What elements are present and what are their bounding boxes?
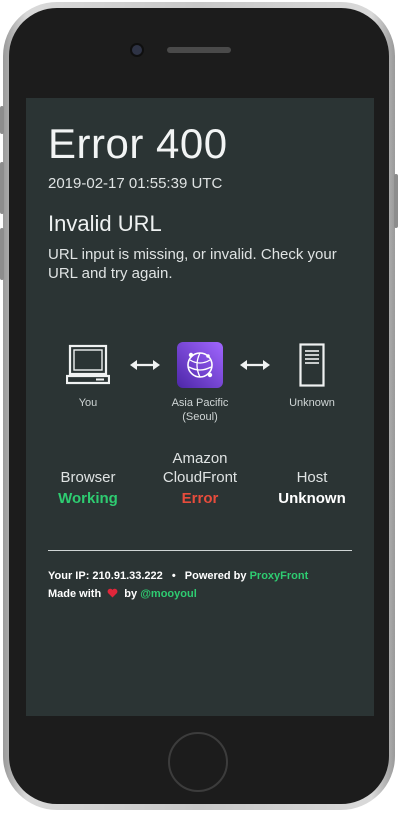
status-host-state: Unknown bbox=[278, 490, 346, 507]
status-cloudfront-state: Error bbox=[181, 490, 219, 507]
mute-switch bbox=[0, 106, 4, 134]
bidirectional-arrow-icon bbox=[240, 360, 270, 370]
status-host-name: Host bbox=[296, 469, 328, 486]
footer-separator: • bbox=[171, 570, 176, 582]
heart-icon bbox=[107, 588, 118, 598]
author-link[interactable]: @mooyoul bbox=[140, 588, 197, 600]
node-host-label: Unknown bbox=[289, 397, 335, 409]
error-page: Error 400 2019-02-17 01:55:39 UTC Invali… bbox=[26, 98, 374, 716]
status-cloudfront: Amazon CloudFront Error bbox=[150, 449, 250, 508]
footer-line-credit: Made with by @mooyoul bbox=[48, 588, 197, 600]
node-edge-label-region: Asia Pacific bbox=[171, 397, 229, 409]
footer-line-ip: Your IP: 210.91.33.222 • Powered by Prox… bbox=[48, 570, 308, 582]
laptop-icon bbox=[66, 344, 110, 385]
error-description: URL input is missing, or invalid. Check … bbox=[48, 246, 337, 282]
cloudfront-icon bbox=[177, 342, 223, 388]
error-reason: Invalid URL bbox=[48, 211, 162, 236]
bidirectional-arrow-icon bbox=[130, 360, 160, 370]
node-you-label: You bbox=[78, 397, 98, 409]
status-browser-name: Browser bbox=[60, 469, 116, 486]
status-host: Host Unknown bbox=[266, 468, 358, 508]
earpiece-speaker bbox=[167, 47, 231, 53]
error-timestamp: 2019-02-17 01:55:39 UTC bbox=[48, 175, 223, 192]
node-you: You bbox=[48, 342, 128, 410]
node-edge-location: Asia Pacific (Seoul) bbox=[158, 342, 242, 424]
powered-by-label: Powered by bbox=[184, 570, 247, 582]
ip-label: Your IP: bbox=[48, 570, 90, 582]
ip-value: 210.91.33.222 bbox=[92, 570, 163, 582]
server-icon bbox=[299, 343, 325, 387]
home-button[interactable] bbox=[168, 732, 228, 792]
proxyfront-link[interactable]: ProxyFront bbox=[250, 570, 309, 582]
status-browser-state: Working bbox=[58, 490, 118, 507]
power-button bbox=[394, 174, 398, 228]
volume-up-button bbox=[0, 162, 4, 214]
front-camera bbox=[130, 43, 144, 57]
node-host: Unknown bbox=[272, 342, 352, 410]
by-label: by bbox=[124, 588, 138, 600]
status-cloudfront-name-line1: Amazon bbox=[172, 450, 228, 467]
status-cloudfront-name-line2: CloudFront bbox=[162, 469, 238, 486]
footer-divider bbox=[48, 550, 352, 551]
status-browser: Browser Working bbox=[48, 468, 128, 508]
volume-down-button bbox=[0, 228, 4, 280]
node-edge-label-city: (Seoul) bbox=[182, 411, 218, 423]
page-title: Error 400 bbox=[48, 120, 228, 167]
made-with-label: Made with bbox=[48, 588, 102, 600]
